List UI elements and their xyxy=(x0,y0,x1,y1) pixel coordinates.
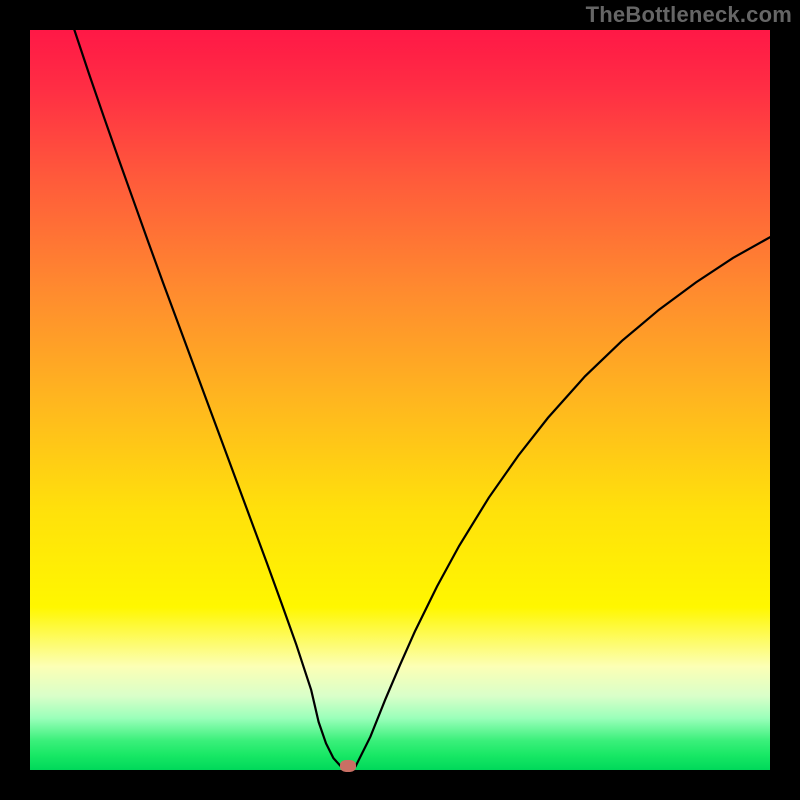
chart-container: TheBottleneck.com xyxy=(0,0,800,800)
plot-area xyxy=(30,30,770,770)
attribution-label: TheBottleneck.com xyxy=(586,2,792,28)
bottleneck-curve xyxy=(30,30,770,770)
optimum-marker xyxy=(340,760,356,772)
